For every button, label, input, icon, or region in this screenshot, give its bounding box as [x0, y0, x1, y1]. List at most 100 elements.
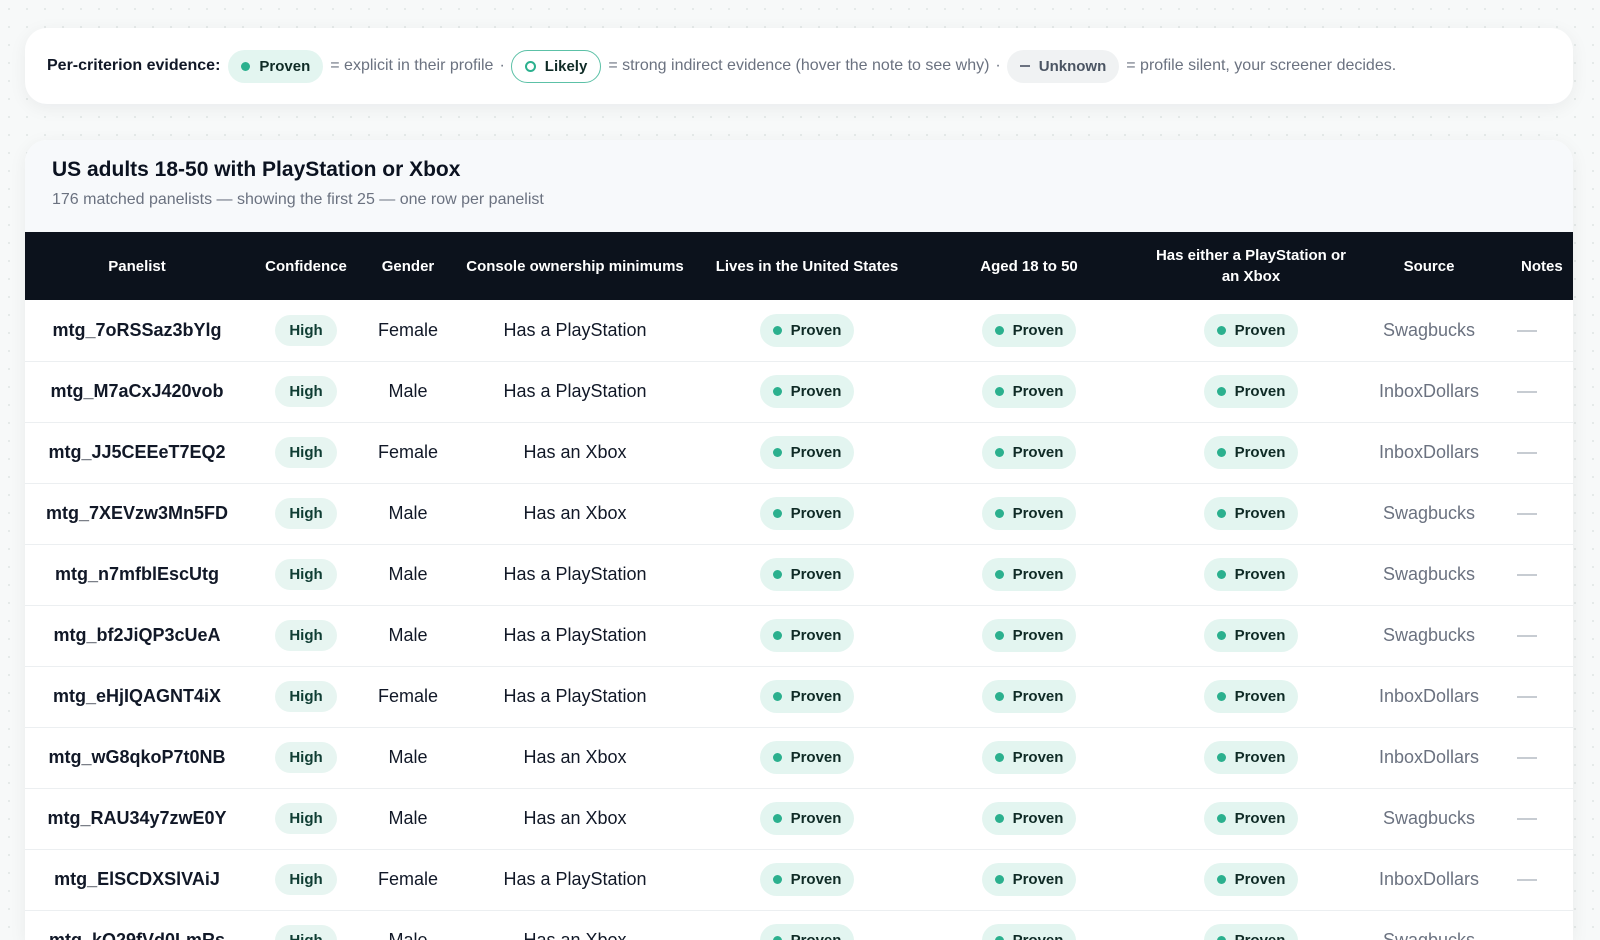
legend-unknown-pill: Unknown [1006, 49, 1120, 83]
source-cell: InboxDollars [1378, 686, 1480, 706]
empty-note-dash-icon[interactable] [1517, 818, 1537, 821]
proven-dot-icon [1216, 631, 1226, 640]
proven-dot-icon [772, 387, 782, 396]
lives-us-cell: Proven [697, 422, 917, 483]
proven-dot-icon [1216, 692, 1226, 701]
legend-separator: · [995, 57, 1001, 74]
table-row[interactable]: mtg_JJ5CEEeT7EQ2 High Female Has an Xbox Pro… [25, 422, 1573, 483]
aged-cell: Proven [917, 666, 1141, 727]
evidence-pill: Proven [981, 741, 1077, 774]
notes-cell [1497, 849, 1573, 910]
table-row[interactable]: mtg_kQ29fVd0LmRs High Male Has an Xbox Prove… [25, 910, 1573, 940]
empty-note-dash-icon[interactable] [1517, 452, 1537, 455]
table-subtitle: 176 matched panelists — showing the firs… [52, 191, 544, 208]
evidence-pill: Proven [1203, 313, 1299, 347]
proven-dot-icon [1216, 509, 1226, 518]
evidence-label: Proven [790, 505, 842, 522]
col-header-lives-us[interactable]: Lives in the United States [697, 232, 917, 300]
lives-us-cell: Proven [697, 483, 917, 544]
table-row[interactable]: mtg_RAU34y7zwE0Y High Male Has an Xbox Prove… [25, 788, 1573, 849]
evidence-label: Proven [1012, 444, 1064, 461]
table-row[interactable]: mtg_wG8qkoP7t0NB High Male Has an Xbox Prove… [25, 727, 1573, 788]
aged-cell: Proven [917, 300, 1141, 361]
empty-note-dash-icon[interactable] [1517, 696, 1537, 699]
lives-us-cell: Proven [697, 849, 917, 910]
panelist-id: mtg_ElSCDXSlVAiJ [54, 869, 220, 889]
evidence-pill: Proven [759, 619, 855, 652]
legend-likely-pill: Likely [510, 49, 602, 83]
evidence-label: Proven [1012, 566, 1064, 583]
proven-dot-icon [772, 631, 782, 640]
empty-note-dash-icon[interactable] [1517, 635, 1537, 638]
proven-dot-icon [772, 814, 782, 823]
console-cell: Has an Xbox [523, 930, 627, 940]
table-row[interactable]: mtg_ElSCDXSlVAiJ High Female Has a PlayStat… [25, 849, 1573, 910]
proven-dot-icon [994, 875, 1004, 884]
empty-note-dash-icon[interactable] [1517, 757, 1537, 760]
proven-dot-icon [994, 753, 1004, 762]
evidence-label: Proven [790, 749, 842, 766]
evidence-label: Proven [790, 810, 842, 827]
proven-dot-icon [1216, 325, 1226, 335]
table-row[interactable]: mtg_bf2JiQP3cUeA High Male Has a PlayStatio… [25, 605, 1573, 666]
table-row[interactable]: mtg_7XEVzw3Mn5FD High Male Has an Xbox Prove… [25, 483, 1573, 544]
lives-us-cell: Proven [697, 300, 917, 361]
proven-dot-icon [772, 753, 782, 762]
lives-us-cell: Proven [697, 910, 917, 940]
panelist-id: mtg_wG8qkoP7t0NB [48, 747, 226, 767]
confidence-cell: High [249, 788, 363, 849]
table-row[interactable]: mtg_n7mfblEscUtg High Male Has a PlayStatio… [25, 544, 1573, 605]
either-console-cell: Proven [1141, 788, 1361, 849]
either-console-cell: Proven [1141, 361, 1361, 422]
evidence-pill: Proven [1203, 802, 1299, 835]
notes-cell [1497, 422, 1573, 483]
source-cell: InboxDollars [1378, 442, 1480, 462]
legend-unknown-desc: = profile silent, your screener decides. [1126, 57, 1397, 74]
table-row[interactable]: mtg_7oRSSaz3bYlg High Female Has a PlayStat… [25, 300, 1573, 361]
proven-dot-icon [994, 692, 1004, 701]
aged-cell: Proven [917, 788, 1141, 849]
evidence-label: Proven [1234, 505, 1286, 522]
either-console-cell: Proven [1141, 605, 1361, 666]
panelist-table-card: US adults 18-50 with PlayStation or Xbox… [25, 140, 1573, 940]
notes-cell [1497, 605, 1573, 666]
col-header-gender[interactable]: Gender [363, 232, 453, 300]
lives-us-cell: Proven [697, 666, 917, 727]
empty-note-dash-icon[interactable] [1517, 879, 1537, 882]
proven-dot-icon [994, 631, 1004, 640]
evidence-label: Proven [790, 321, 842, 339]
col-header-either-console[interactable]: Has either a PlayStation or an Xbox [1141, 232, 1361, 300]
empty-note-dash-icon[interactable] [1517, 391, 1537, 394]
evidence-pill: Proven [1203, 619, 1299, 652]
table-row[interactable]: mtg_M7aCxJ420vob High Male Has a PlayStatio… [25, 361, 1573, 422]
gender-cell: Male [388, 930, 428, 940]
evidence-pill: Proven [759, 375, 855, 408]
col-header-console[interactable]: Console ownership minimums [453, 232, 697, 300]
proven-dot-icon [1216, 936, 1226, 940]
gender-cell: Female [377, 319, 439, 340]
empty-note-dash-icon[interactable] [1517, 330, 1537, 332]
evidence-pill: Proven [759, 558, 855, 591]
either-console-cell: Proven [1141, 849, 1361, 910]
console-cell: Has an Xbox [523, 503, 627, 523]
source-cell: Swagbucks [1382, 564, 1476, 584]
notes-cell [1497, 727, 1573, 788]
gender-cell: Female [377, 869, 439, 889]
aged-cell: Proven [917, 727, 1141, 788]
panelist-id: mtg_7oRSSaz3bYlg [52, 319, 222, 340]
empty-note-dash-icon[interactable] [1517, 513, 1537, 516]
evidence-label: Proven [1013, 932, 1064, 940]
source-cell: InboxDollars [1378, 869, 1480, 889]
evidence-label: Proven [791, 932, 842, 940]
table-row[interactable]: mtg_eHjIQAGNT4iX High Female Has a PlayStat… [25, 666, 1573, 727]
col-header-panelist[interactable]: Panelist [25, 232, 249, 300]
col-header-source[interactable]: Source [1361, 232, 1497, 300]
col-header-aged[interactable]: Aged 18 to 50 [917, 232, 1141, 300]
lives-us-cell: Proven [697, 727, 917, 788]
evidence-label: Proven [790, 871, 842, 888]
col-header-notes[interactable]: Notes [1497, 232, 1573, 300]
empty-note-dash-icon[interactable] [1517, 574, 1537, 577]
notes-cell [1497, 910, 1573, 940]
evidence-pill: Proven [1203, 375, 1299, 408]
col-header-confidence[interactable]: Confidence [249, 232, 363, 300]
